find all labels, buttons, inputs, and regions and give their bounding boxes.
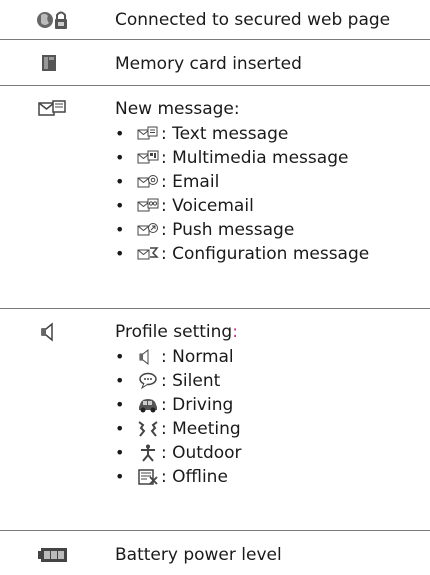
memory-card-label: Memory card inserted <box>115 54 302 74</box>
multimedia-message-icon <box>137 149 159 167</box>
battery-icon <box>36 544 72 566</box>
bullet: • <box>115 124 125 143</box>
email-label: : Email <box>161 172 220 192</box>
battery-label: Battery power level <box>115 545 282 565</box>
silent-label: : Silent <box>161 371 221 391</box>
meeting-icon <box>137 420 159 438</box>
bullet: • <box>115 347 125 366</box>
profile-setting-label: Profile setting: <box>115 320 238 344</box>
bullet: • <box>115 419 125 438</box>
secure-connection-label: Connected to secured web page <box>115 10 391 30</box>
meeting-label: : Meeting <box>161 419 241 439</box>
row-profile-setting: Profile setting: • : Normal • : Silent • <box>0 309 430 531</box>
bullet: • <box>115 148 125 167</box>
offline-icon <box>137 468 159 486</box>
bullet: • <box>115 196 125 215</box>
text-message-label: : Text message <box>161 124 289 144</box>
email-icon <box>137 173 159 191</box>
bullet: • <box>115 467 125 486</box>
new-message-label: New message: <box>115 99 240 119</box>
speech-bubble-icon <box>137 372 159 390</box>
row-new-message: New message: • : Text message • : Multim… <box>0 86 430 309</box>
bullet: • <box>115 172 125 191</box>
speaker-icon <box>36 321 72 343</box>
person-running-icon <box>137 444 159 462</box>
multimedia-message-label: : Multimedia message <box>161 148 349 168</box>
bullet: • <box>115 443 125 462</box>
voicemail-icon <box>137 197 159 215</box>
bullet: • <box>115 371 125 390</box>
row-battery: Battery power level <box>0 531 430 575</box>
offline-label: : Offline <box>161 467 228 487</box>
text-message-icon <box>137 125 159 143</box>
row-secure-connection: Connected to secured web page <box>0 0 430 40</box>
voicemail-label: : Voicemail <box>161 196 254 216</box>
configuration-message-label: : Configuration message <box>161 244 370 264</box>
push-message-icon <box>137 221 159 239</box>
bullet: • <box>115 220 125 239</box>
push-message-label: : Push message <box>161 220 295 240</box>
outdoor-label: : Outdoor <box>161 443 242 463</box>
memory-card-icon <box>36 52 72 74</box>
envelope-icon <box>36 98 72 120</box>
profile-setting-colon: : <box>232 322 238 342</box>
bullet: • <box>115 395 125 414</box>
secure-connection-icon <box>36 9 72 31</box>
configuration-message-icon <box>137 245 159 263</box>
status-icon-table: Connected to secured web page Memory car… <box>0 0 430 575</box>
normal-label: : Normal <box>161 347 234 367</box>
speaker-icon <box>137 348 159 366</box>
car-icon <box>137 396 159 414</box>
driving-label: : Driving <box>161 395 234 415</box>
bullet: • <box>115 244 125 263</box>
row-memory-card: Memory card inserted <box>0 40 430 86</box>
profile-setting-text: Profile setting <box>115 322 233 342</box>
